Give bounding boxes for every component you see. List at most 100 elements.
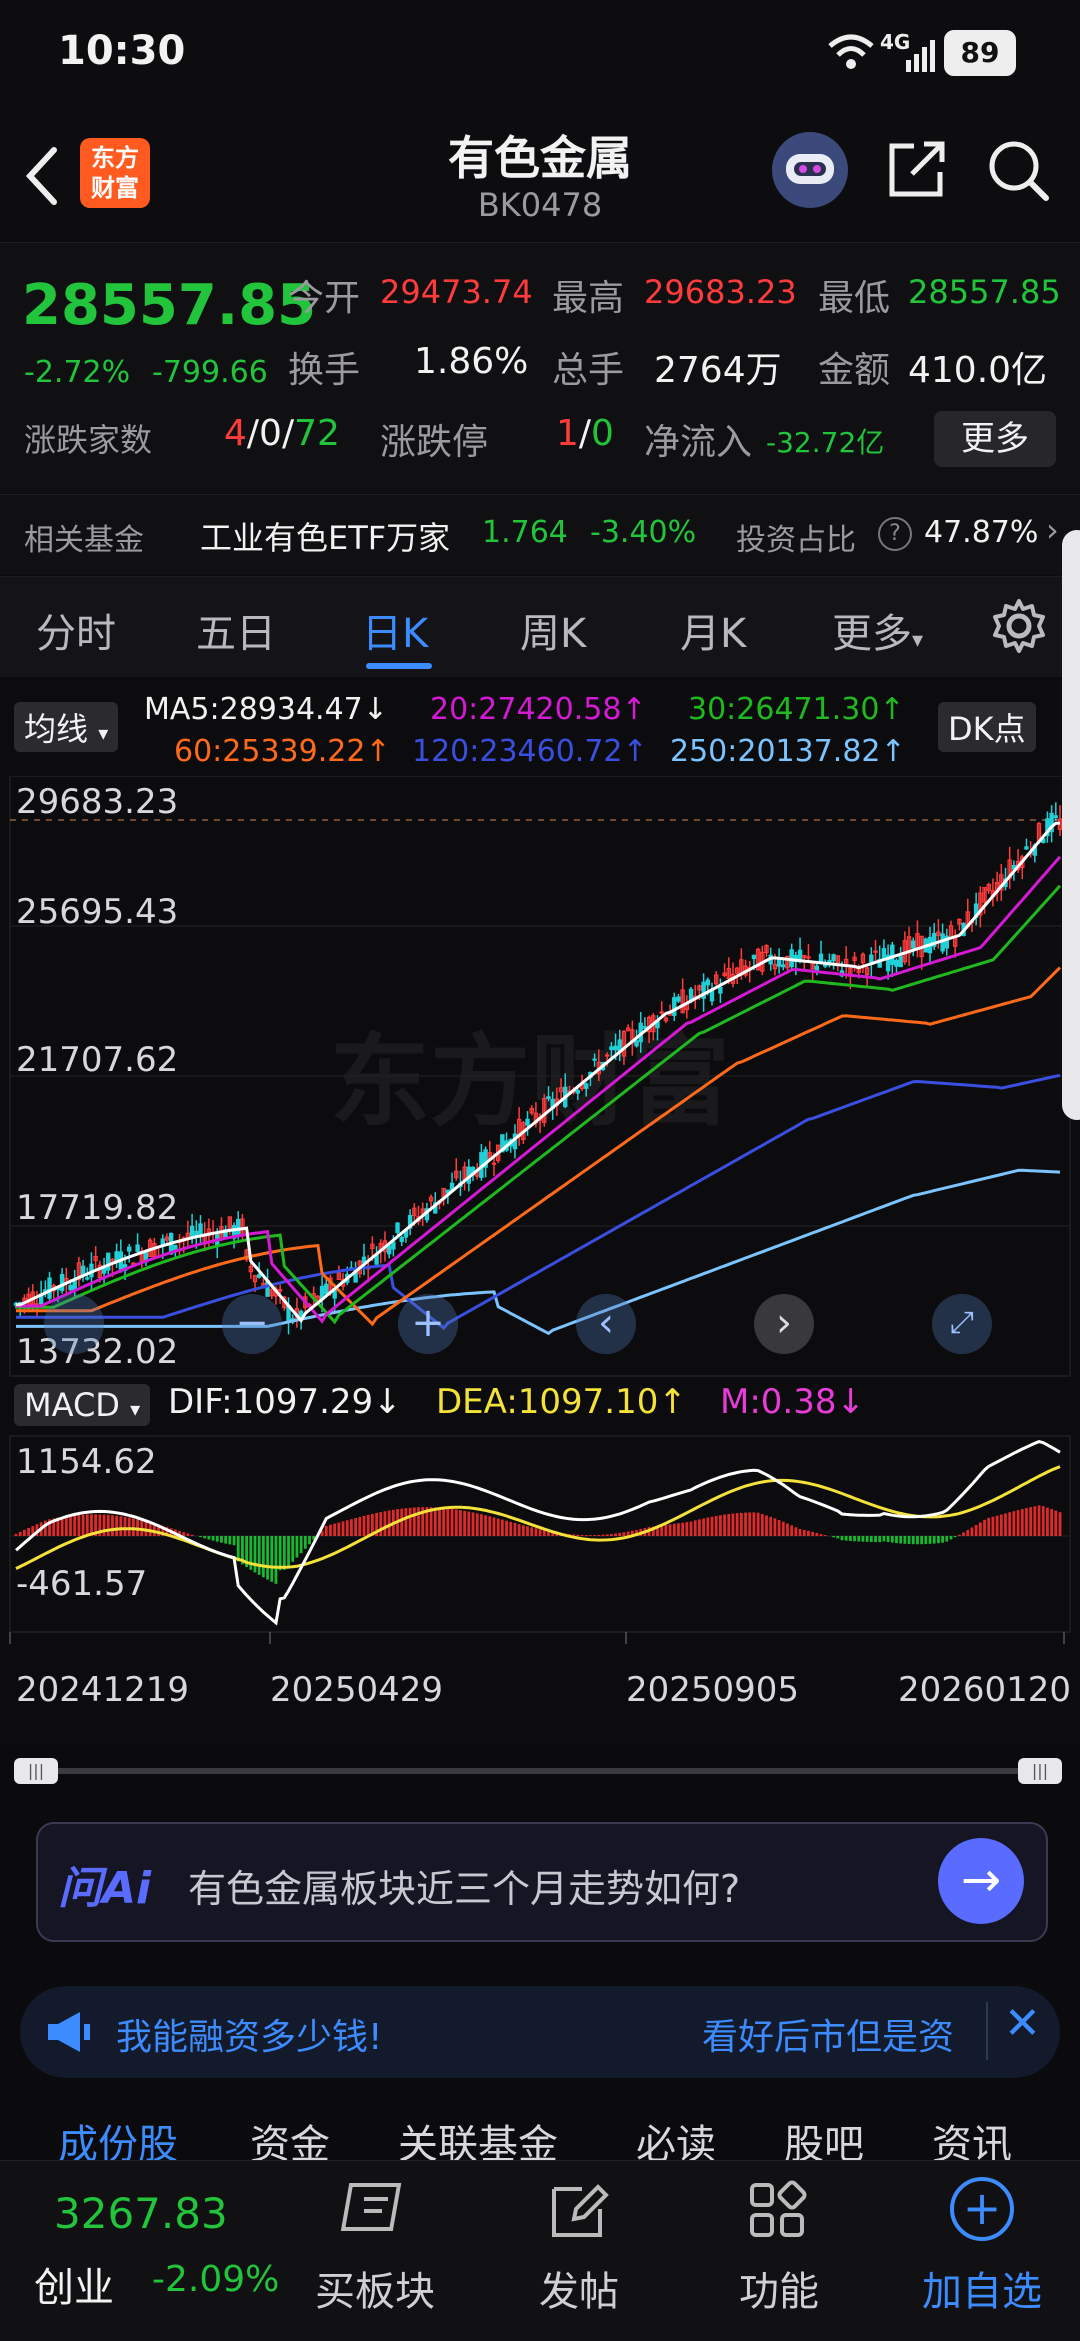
more-button[interactable]: 更多 <box>934 411 1056 467</box>
scroll-right-button[interactable]: › <box>754 1294 814 1354</box>
buy-sector-icon[interactable] <box>338 2179 412 2243</box>
indicator-selector[interactable]: MACD ▾ <box>14 1384 150 1426</box>
close-icon[interactable]: ✕ <box>1004 1998 1041 2049</box>
post-edit-icon[interactable] <box>546 2179 610 2243</box>
add-watchlist-label[interactable]: 加自选 <box>904 2259 1060 2317</box>
macd-bar <box>857 1536 860 1541</box>
zoom-out-button[interactable]: − <box>222 1294 282 1354</box>
fullscreen-button[interactable]: ⤢ <box>932 1294 992 1354</box>
candle-body <box>86 1278 89 1279</box>
news-ticker[interactable]: 我能融资多少钱! 看好后市但是资 ✕ <box>20 1986 1060 2078</box>
send-arrow-icon[interactable]: → <box>938 1838 1024 1924</box>
tab-more[interactable]: 更多▾ <box>832 601 923 659</box>
dk-point-toggle[interactable]: DK点 <box>938 702 1036 752</box>
related-fund-bar[interactable]: 相关基金 工业有色ETF万家 1.764 -3.40% 投资占比 ? 47.87… <box>0 494 1080 575</box>
macd-bar <box>740 1513 743 1536</box>
fund-name[interactable]: 工业有色ETF万家 <box>200 513 450 559</box>
macd-bar <box>933 1536 936 1544</box>
macd-bar <box>576 1535 579 1536</box>
help-icon[interactable]: ? <box>878 517 912 551</box>
tab-five-day[interactable]: 五日 <box>196 601 276 659</box>
ticker-right-text[interactable]: 看好后市但是资 <box>702 2008 982 2060</box>
tab-monthly-k[interactable]: 月K <box>680 601 746 659</box>
macd-bar <box>706 1518 709 1536</box>
macd-bar <box>845 1536 848 1541</box>
search-icon[interactable] <box>986 138 1052 204</box>
chart-rewind-button[interactable] <box>44 1294 104 1354</box>
add-watchlist-icon[interactable]: + <box>950 2177 1014 2241</box>
post-label[interactable]: 发帖 <box>504 2259 654 2317</box>
tab-daily-k[interactable]: 日K <box>362 601 428 659</box>
macd-bar <box>669 1524 672 1536</box>
macd-bar <box>824 1535 827 1536</box>
zoom-in-button[interactable]: + <box>398 1294 458 1354</box>
macd-bar <box>748 1512 751 1536</box>
macd-bar <box>472 1512 475 1536</box>
macd-bar <box>417 1507 420 1536</box>
ma5-value: MA5:28934.47↓ <box>144 692 388 727</box>
macd-bar <box>870 1536 873 1542</box>
function-grid-icon[interactable] <box>746 2179 810 2243</box>
macd-bar <box>522 1525 525 1536</box>
macd-bar <box>455 1509 458 1536</box>
high-value: 29683.23 <box>644 273 797 311</box>
low-label: 最低 <box>818 269 890 321</box>
macd-bar <box>1029 1507 1032 1536</box>
tab-weekly-k[interactable]: 周K <box>520 601 586 659</box>
indicator-selector-label: MACD <box>24 1386 120 1424</box>
candle-body <box>128 1247 131 1251</box>
status-bar: 10:30 4G 89 <box>0 0 1080 110</box>
macd-bar <box>761 1514 764 1536</box>
amount-label: 金额 <box>818 341 890 393</box>
kline-chart-area[interactable]: 均线 ▾ MA5:28934.47↓ 20:27420.58↑ 30:26471… <box>0 680 1080 1748</box>
ticker-left-text[interactable]: 我能融资多少钱! <box>116 2008 382 2060</box>
candle-body <box>677 997 680 1001</box>
macd-bar <box>124 1517 127 1536</box>
macd-bar <box>610 1534 613 1536</box>
range-handle-left[interactable]: ||| <box>14 1758 58 1784</box>
ma-selector[interactable]: 均线 ▾ <box>14 702 118 752</box>
macd-bar <box>1046 1508 1049 1536</box>
candle-body <box>48 1278 51 1298</box>
macd-bar <box>497 1519 500 1536</box>
limit-counts: 1/0 <box>556 413 614 454</box>
ai-prompt-text[interactable]: 有色金属板块近三个月走势如何? <box>188 1858 740 1913</box>
status-time: 10:30 <box>58 28 185 74</box>
candle-body <box>1054 816 1057 818</box>
price-axis-label: 29683.23 <box>16 782 178 822</box>
share-icon[interactable] <box>884 136 950 202</box>
macd-bar <box>950 1536 953 1539</box>
signal-icon <box>880 40 936 74</box>
macd-bar <box>962 1532 965 1536</box>
range-scrollbar[interactable]: ||| ||| <box>14 1758 1066 1784</box>
macd-bar <box>505 1521 508 1536</box>
open-value: 29473.74 <box>380 273 533 311</box>
side-drawer-handle[interactable] <box>1062 530 1080 1120</box>
macd-bar <box>924 1536 927 1544</box>
robot-assistant-icon[interactable] <box>772 132 848 208</box>
candle-body <box>492 1163 495 1164</box>
function-label[interactable]: 功能 <box>704 2259 854 2317</box>
header: 东方 财富 有色金属 BK0478 <box>0 110 1080 240</box>
macd-bar <box>698 1519 701 1536</box>
settings-gear-icon[interactable] <box>990 597 1048 655</box>
buy-sector-label[interactable]: 买板块 <box>300 2259 450 2317</box>
triangle-down-icon: ▾ <box>98 721 108 745</box>
macd-bar <box>673 1524 676 1536</box>
macd-bar <box>543 1530 546 1536</box>
candle-body <box>1025 847 1028 849</box>
up-count: 4 <box>224 413 247 454</box>
tab-intraday[interactable]: 分时 <box>36 601 116 659</box>
macd-bar <box>216 1536 219 1542</box>
range-handle-right[interactable]: ||| <box>1018 1758 1062 1784</box>
candle-body <box>547 1097 550 1099</box>
ask-ai-box[interactable]: 问Ai 有色金属板块近三个月走势如何? → <box>36 1822 1048 1942</box>
macd-bar <box>945 1536 948 1542</box>
index-value[interactable]: 3267.83 <box>54 2189 228 2238</box>
macd-bar <box>191 1535 194 1536</box>
macd-bar <box>434 1507 437 1536</box>
candle-body <box>614 1046 617 1050</box>
updown-counts: 4/0/72 <box>224 413 340 454</box>
scroll-left-button[interactable]: ‹ <box>576 1294 636 1354</box>
candle-body <box>392 1242 395 1249</box>
